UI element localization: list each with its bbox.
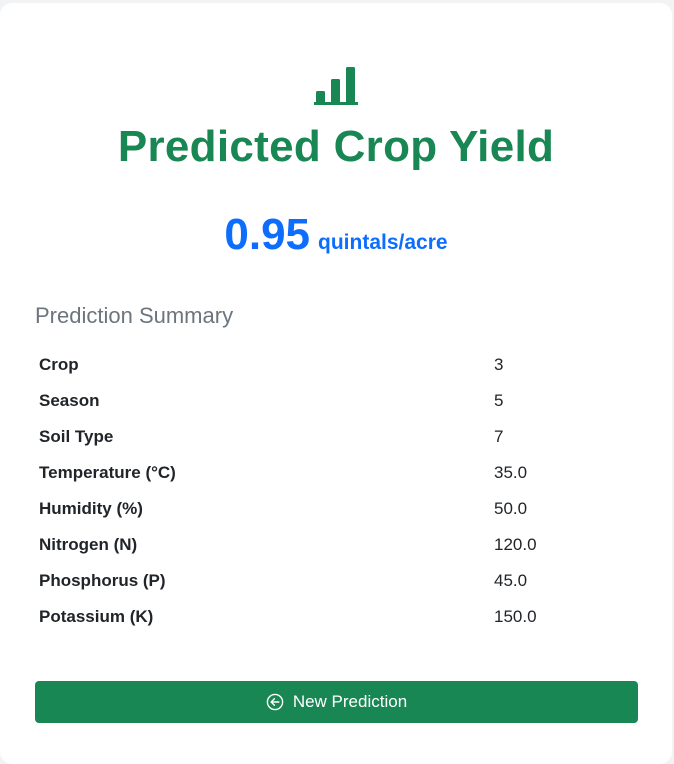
row-label: Humidity (%) [39,499,143,518]
row-label: Season [39,391,100,410]
table-row: Soil Type 7 [35,419,637,455]
row-label: Crop [39,355,79,374]
new-prediction-button[interactable]: New Prediction [35,681,638,723]
table-row: Humidity (%) 50.0 [35,491,637,527]
arrow-left-circle-icon [266,693,284,711]
summary-heading: Prediction Summary [35,303,234,328]
row-label: Phosphorus (P) [39,571,166,590]
row-value: 120.0 [494,535,537,554]
row-label: Soil Type [39,427,114,446]
new-prediction-label: New Prediction [292,692,408,711]
row-value: 3 [494,355,504,374]
row-value: 35.0 [494,463,528,482]
bar-chart-icon [314,67,358,105]
summary-table: Crop 3 Season 5 Soil Type 7 Temperature … [35,347,637,635]
row-value: 50.0 [494,499,528,518]
row-label: Nitrogen (N) [39,535,138,554]
table-row: Season 5 [35,383,637,419]
row-value: 150.0 [494,607,537,626]
table-row: Crop 3 [35,347,637,383]
yield-value: 0.95 [224,210,311,259]
table-row: Nitrogen (N) 120.0 [35,527,637,563]
row-value: 5 [494,391,504,410]
page-title: Predicted Crop Yield [117,122,555,171]
yield-unit: quintals/acre [318,231,448,254]
row-value: 7 [494,427,504,446]
result-card: Predicted Crop Yield 0.95 quintals/acre P… [0,3,672,764]
yield-result: 0.95 quintals/acre [0,205,672,275]
row-value: 45.0 [494,571,528,590]
table-row: Potassium (K) 150.0 [35,599,637,635]
row-label: Temperature (°C) [39,463,176,482]
table-row: Temperature (°C) 35.0 [35,455,637,491]
table-row: Phosphorus (P) 45.0 [35,563,637,599]
row-label: Potassium (K) [39,607,154,626]
